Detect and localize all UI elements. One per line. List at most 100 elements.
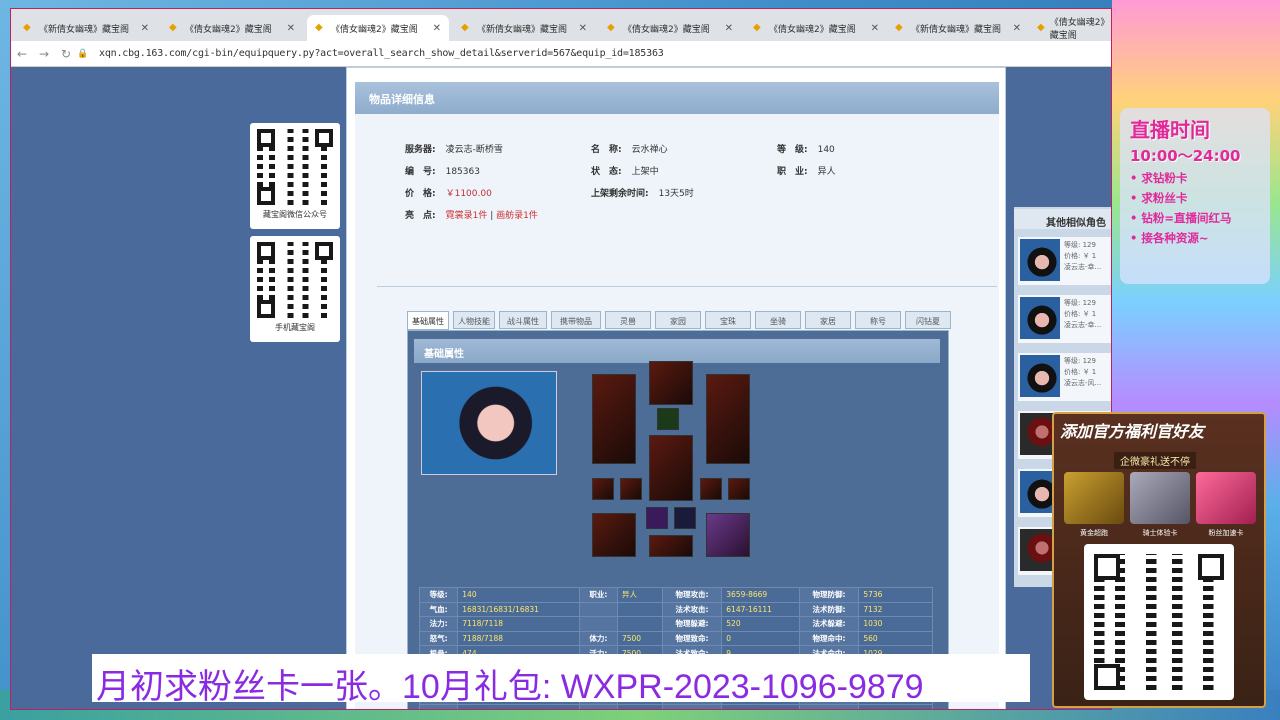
tab-pets[interactable]: 灵兽 <box>605 311 651 329</box>
attribute-label: 法术防御: <box>798 601 860 618</box>
url-input[interactable]: xqn.cbg.163.com/cgi-bin/equipquery.py?ac… <box>99 48 664 59</box>
equip-shield-slot[interactable] <box>706 374 750 464</box>
similar-roles-title: 其他相似角色 <box>1014 209 1111 229</box>
tab-skills[interactable]: 人物技能 <box>453 311 495 329</box>
close-icon[interactable]: ✕ <box>141 23 149 34</box>
detail-main: 物品详细信息 服务器: 凌云志-断桥雪 名 称: 云水禅心 等 级: 140 编 号:… <box>346 67 1006 709</box>
attribute-value: 3659-8669 <box>721 587 800 603</box>
attribute-value: 140 <box>457 587 580 603</box>
attribute-value: 7118/7118 <box>457 616 580 632</box>
attribute-label: 物理躲避: <box>661 616 723 632</box>
attribute-value: 6147-16111 <box>721 601 800 618</box>
tab-combat[interactable]: 战斗属性 <box>499 311 547 329</box>
role-level: 等级: 129 <box>1064 299 1096 307</box>
tab-basic-attributes[interactable]: 基础属性 <box>407 311 449 330</box>
attribute-label: 怒气: <box>418 630 459 647</box>
attribute-label: 物理命中: <box>798 630 860 647</box>
back-icon[interactable]: ← <box>11 47 33 61</box>
browser-tab[interactable]: ◆ 《倩女幽魂2》藏宝阁 <box>1029 15 1111 41</box>
section-title: 物品详细信息 <box>355 82 999 114</box>
role-price: 价格: ￥ 1 <box>1064 368 1097 376</box>
qr-code-image <box>1094 554 1224 690</box>
tab-title[interactable]: 称号 <box>855 311 901 329</box>
tab-home[interactable]: 家园 <box>655 311 701 329</box>
attribute-value: 5736 <box>858 587 933 603</box>
role-server: 凌云志-幸... <box>1064 263 1102 271</box>
basic-attributes-panel: 基础属性 等级: 140 职业: 异人 物理攻击: 3659-8669 物理防御… <box>407 330 949 709</box>
attribute-label: 等级: <box>418 587 459 603</box>
close-icon[interactable]: ✕ <box>725 23 733 34</box>
remain-label: 上架剩余时间: <box>591 189 649 199</box>
attribute-label <box>578 616 618 632</box>
price-label: 价 格: <box>405 189 436 199</box>
favicon-icon: ◆ <box>895 22 903 33</box>
equip-charm-slot[interactable] <box>657 408 679 430</box>
wechat-work-qr-code <box>1084 544 1234 700</box>
equip-ring-slot[interactable] <box>592 478 614 500</box>
qr-caption: 手机藏宝阁 <box>275 323 315 332</box>
close-icon[interactable]: ✕ <box>287 23 295 34</box>
browser-tab[interactable]: ◆ 《新倩女幽魂》藏宝阁 ✕ <box>15 15 157 41</box>
browser-tab[interactable]: ◆ 《倩女幽魂2》藏宝阁 ✕ <box>161 15 303 41</box>
tab-mount[interactable]: 坐骑 <box>755 311 801 329</box>
favicon-icon: ◆ <box>1037 22 1045 33</box>
equip-belt-slot[interactable] <box>649 535 693 557</box>
panel-title: 基础属性 <box>414 339 940 363</box>
promo-subtitle: 企微豪礼送不停 <box>1114 452 1196 469</box>
attribute-label: 法术攻击: <box>661 601 723 618</box>
name-value: 云水禅心 <box>631 145 668 155</box>
equip-glove-slot[interactable] <box>592 513 636 557</box>
status-label: 状 态: <box>591 167 622 177</box>
lock-icon[interactable]: 🔒 <box>77 49 88 59</box>
close-icon[interactable]: ✕ <box>579 23 587 34</box>
equip-boots-slot[interactable] <box>706 513 750 557</box>
tab-items[interactable]: 携带物品 <box>551 311 601 329</box>
detail-body: 服务器: 凌云志-断桥雪 名 称: 云水禅心 等 级: 140 编 号: 185363 … <box>355 114 999 709</box>
attribute-label: 体力: <box>578 630 618 647</box>
equip-ring-slot[interactable] <box>700 478 722 500</box>
equip-ring-slot[interactable] <box>728 478 750 500</box>
close-icon[interactable]: ✕ <box>871 23 879 34</box>
forward-icon[interactable]: → <box>33 47 55 61</box>
similar-role-item[interactable]: 等级: 129 价格: ￥ 1 凌云志-幸... <box>1018 237 1111 285</box>
tab-furniture[interactable]: 家居 <box>805 311 851 329</box>
server-value: 凌云志-断桥雪 <box>445 145 503 155</box>
qr-caption: 藏宝阁微信公众号 <box>263 210 327 219</box>
tab-diamond[interactable]: 闪钻夏 <box>905 311 951 329</box>
tab-pearl[interactable]: 宝珠 <box>705 311 751 329</box>
live-title: 直播时间 <box>1130 118 1210 142</box>
role-thumbnail <box>1020 239 1060 281</box>
equip-head-slot[interactable] <box>649 361 693 405</box>
role-server: 凌云志-风... <box>1064 379 1102 387</box>
qr-code-image <box>257 129 333 205</box>
promo-title: 添加官方福利官好友 <box>1060 422 1205 441</box>
equip-ring-slot[interactable] <box>620 478 642 500</box>
equip-gem-slot[interactable] <box>646 507 668 529</box>
attribute-value: 1030 <box>858 616 933 632</box>
equip-armor-slot[interactable] <box>649 435 693 501</box>
attribute-value <box>616 616 663 632</box>
browser-tab[interactable]: ◆ 《新倩女幽魂》藏宝阁 ✕ <box>453 15 595 41</box>
close-icon[interactable]: ✕ <box>433 23 441 34</box>
highlight-link[interactable]: 画舫录1件 <box>496 211 538 221</box>
similar-role-item[interactable]: 等级: 129 价格: ￥ 1 凌云志-风... <box>1018 353 1111 401</box>
highlight-label: 亮 点: <box>405 211 436 221</box>
similar-role-item[interactable]: 等级: 129 价格: ￥ 1 凌云志-幸... <box>1018 295 1111 343</box>
equip-weapon-slot[interactable] <box>592 374 636 464</box>
browser-tab[interactable]: ◆ 《倩女幽魂2》藏宝阁 ✕ <box>745 15 887 41</box>
app-qr-card[interactable]: 手机藏宝阁 <box>250 236 340 342</box>
role-level: 等级: 129 <box>1064 241 1096 249</box>
browser-tab[interactable]: ◆ 《倩女幽魂2》藏宝阁 ✕ <box>599 15 741 41</box>
reload-icon[interactable]: ↻ <box>55 47 77 61</box>
live-schedule-overlay: 直播时间 10:00～24:00 • 求钻粉卡 • 求粉丝卡 • 钻粉=直播间红… <box>1120 108 1270 284</box>
browser-tab-active[interactable]: ◆ 《倩女幽魂2》藏宝阁 ✕ <box>307 15 449 41</box>
role-thumbnail <box>1020 297 1060 339</box>
browser-tab[interactable]: ◆ 《新倩女幽魂》藏宝阁 ✕ <box>887 15 1029 41</box>
close-icon[interactable]: ✕ <box>1013 23 1021 34</box>
equip-gem-slot[interactable] <box>674 507 696 529</box>
wechat-qr-card[interactable]: 藏宝阁微信公众号 <box>250 123 340 229</box>
highlight-link[interactable]: 霓裳录1件 <box>446 211 488 221</box>
favicon-icon: ◆ <box>169 22 177 33</box>
attribute-value: 7132 <box>858 601 933 618</box>
attribute-value: 0 <box>721 630 800 647</box>
